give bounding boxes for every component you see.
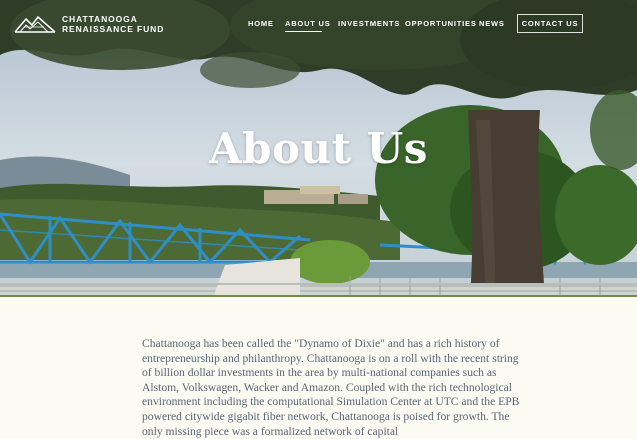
nav-investments[interactable]: INVESTMENTS xyxy=(338,19,400,28)
page-title: About Us xyxy=(209,124,428,173)
nav-news[interactable]: NEWS xyxy=(479,19,505,28)
intro-paragraph: Chattanooga has been called the "Dynamo … xyxy=(142,337,520,438)
nav-about-us[interactable]: ABOUT US xyxy=(285,19,331,28)
hero-divider xyxy=(0,295,637,297)
hero-banner: CHATTANOOGA RENAISSANCE FUND HOME ABOUT … xyxy=(0,0,637,297)
mountain-logo-icon[interactable] xyxy=(14,14,56,34)
main-content: Chattanooga has been called the "Dynamo … xyxy=(0,298,637,438)
active-nav-indicator xyxy=(285,31,322,32)
brand-line-2: RENAISSANCE FUND xyxy=(62,24,165,34)
brand-name[interactable]: CHATTANOOGA RENAISSANCE FUND xyxy=(62,14,164,34)
contact-us-button[interactable]: CONTACT US xyxy=(517,14,583,33)
site-header: CHATTANOOGA RENAISSANCE FUND HOME ABOUT … xyxy=(0,0,637,48)
brand-line-1: CHATTANOOGA xyxy=(62,14,138,24)
nav-home[interactable]: HOME xyxy=(248,19,274,28)
nav-opportunities[interactable]: OPPORTUNITIES xyxy=(405,19,477,28)
